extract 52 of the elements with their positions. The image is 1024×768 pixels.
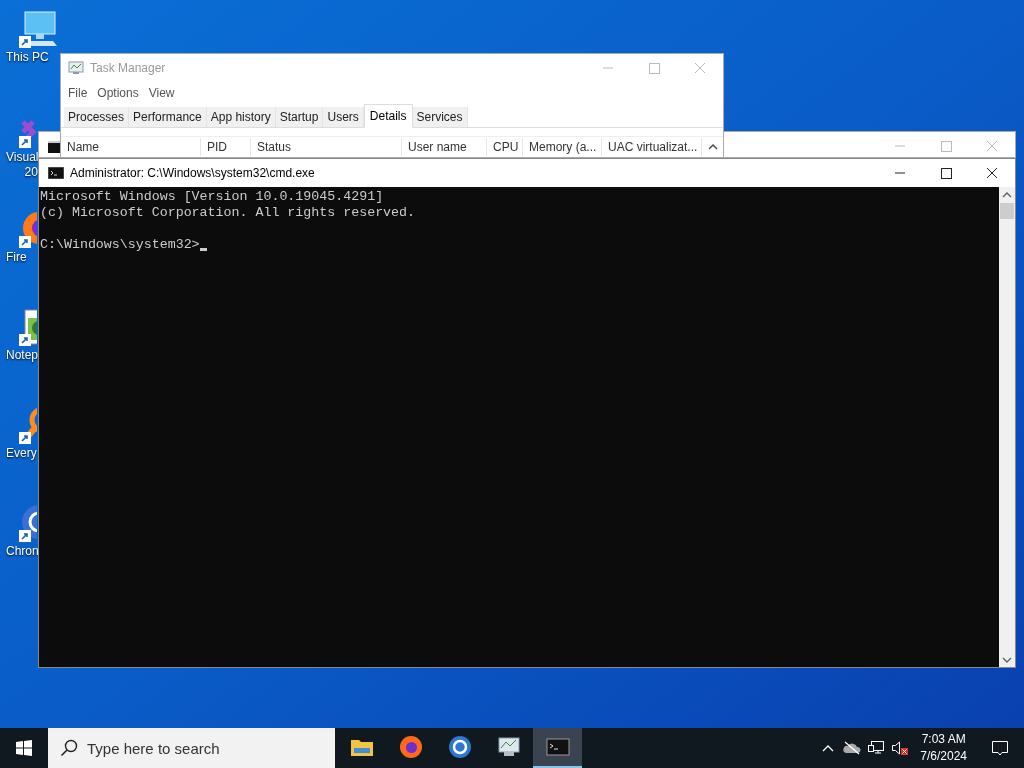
computer-icon[interactable] xyxy=(19,8,59,48)
tab[interactable]: Performance xyxy=(129,107,207,127)
menu-item[interactable]: View xyxy=(143,84,180,102)
console-text: (c) Microsoft Corporation. All rights reserved. xyxy=(40,205,417,221)
tab[interactable]: Startup xyxy=(275,107,324,127)
console-icon xyxy=(545,735,570,759)
taskbar-app-button[interactable] xyxy=(533,728,582,768)
column-header[interactable]: UAC virtualizat... xyxy=(602,137,702,156)
tab[interactable]: Services xyxy=(412,107,468,127)
desktop-icon-label[interactable]: Chron xyxy=(2,544,39,559)
menu-item[interactable]: Options xyxy=(92,84,144,102)
scroll-up-icon[interactable] xyxy=(708,142,718,151)
scroll-down-icon[interactable] xyxy=(1002,656,1012,664)
scrollbar[interactable] xyxy=(999,187,1015,667)
search-field[interactable]: Type here to search xyxy=(48,728,335,768)
desktop-icon-label[interactable]: This PC xyxy=(2,50,49,65)
volume-muted-icon[interactable] xyxy=(891,740,910,756)
window-title: Task Manager xyxy=(90,60,166,77)
notification-icon[interactable] xyxy=(991,739,1009,757)
windows-logo-icon[interactable] xyxy=(16,740,32,756)
column-header[interactable]: Memory (a... xyxy=(523,137,602,156)
desktop-icon-label[interactable]: Notep xyxy=(2,348,39,363)
column-header[interactable]: CPU xyxy=(487,137,523,156)
menu-item[interactable]: File xyxy=(63,84,93,102)
tab[interactable]: Users xyxy=(323,107,364,127)
browser-icon xyxy=(398,735,423,759)
cloud-icon[interactable] xyxy=(843,741,862,755)
clock[interactable]: 7:03 AM 7/6/2024 xyxy=(912,731,975,765)
desktop-icon-label[interactable]: Visual 20 xyxy=(2,150,39,180)
console-text: Microsoft Windows [Version 10.0.19045.4291] xyxy=(40,189,385,205)
column-header[interactable]: Name xyxy=(61,137,201,156)
console-prompt: C:\Windows\system32> xyxy=(40,237,200,253)
column-header[interactable]: Status xyxy=(251,137,402,156)
monitor-icon xyxy=(68,60,84,76)
network-icon[interactable] xyxy=(867,740,886,756)
console-icon xyxy=(48,167,64,179)
chevron-up-icon[interactable] xyxy=(822,744,835,752)
window-title: Administrator: C:\Windows\system32\cmd.exe xyxy=(70,165,315,182)
desktop-icon-label[interactable]: Fire xyxy=(2,250,27,265)
monitor-icon xyxy=(496,735,521,759)
scrollbar-thumb[interactable] xyxy=(1000,203,1014,219)
tab[interactable]: App history xyxy=(206,107,276,127)
scroll-up-icon[interactable] xyxy=(1002,191,1012,199)
search-icon xyxy=(60,739,78,757)
column-header[interactable]: User name xyxy=(402,137,487,156)
console-area[interactable]: Microsoft Windows [Version 10.0.19045.4291] (c) Microsoft Corporation. All rights reserved. C:\Windows\system32> xyxy=(39,187,999,667)
browser-icon xyxy=(447,735,472,759)
tab[interactable]: Details xyxy=(363,104,413,128)
column-header[interactable]: PID xyxy=(201,137,251,156)
desktop-icon-label[interactable]: Every xyxy=(2,446,37,461)
text-cursor xyxy=(199,248,207,251)
tab[interactable]: Processes xyxy=(64,107,130,127)
